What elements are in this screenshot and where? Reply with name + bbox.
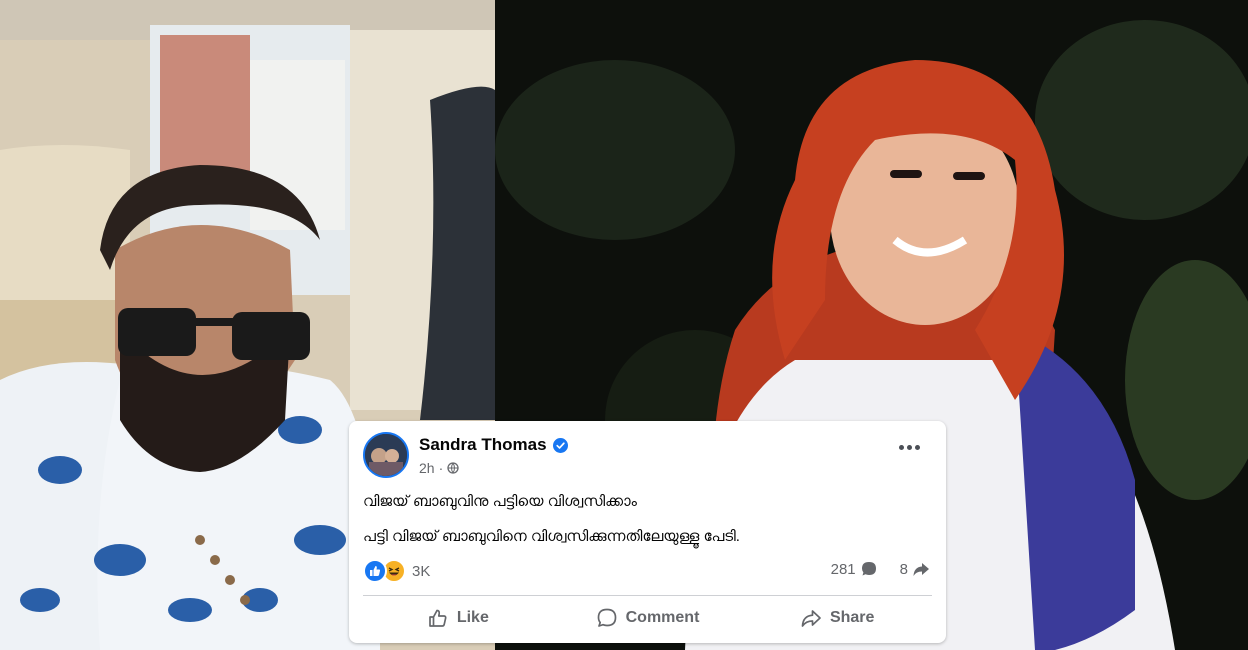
comment-icon xyxy=(596,607,618,629)
share-icon xyxy=(800,607,822,629)
author-row: Sandra Thomas xyxy=(419,435,568,455)
facebook-post-card: Sandra Thomas 2h · വിജയ് ബാബുവിനു പട്ടിയ… xyxy=(349,421,946,643)
post-stats: 281 8 xyxy=(831,560,930,578)
post-text-line: വിജയ് ബാബുവിനു പട്ടിയെ വിശ്വസിക്കാം xyxy=(363,493,637,510)
post-text-line: പട്ടി വിജയ് ബാബുവിനെ വിശ്വസിക്കുന്നതിലേയ… xyxy=(363,528,740,545)
like-button-label: Like xyxy=(456,609,489,626)
share-button-label: Share xyxy=(829,609,875,626)
like-button[interactable]: Like xyxy=(363,599,553,637)
post-actions: Like Comment Share xyxy=(363,599,932,637)
actions-divider xyxy=(363,595,932,596)
verified-badge-icon xyxy=(552,437,568,453)
globe-icon xyxy=(447,462,459,474)
share-count[interactable]: 8 xyxy=(900,561,908,578)
share-button[interactable]: Share xyxy=(742,599,932,637)
like-icon xyxy=(363,559,387,583)
thumbs-up-icon xyxy=(427,607,449,629)
comment-count[interactable]: 281 xyxy=(831,561,856,578)
reactions-summary[interactable]: 3K xyxy=(363,559,430,583)
comment-button-label: Comment xyxy=(625,609,700,626)
post-timestamp[interactable]: 2h xyxy=(419,460,435,476)
more-options-icon[interactable] xyxy=(899,445,920,450)
comment-button[interactable]: Comment xyxy=(553,599,743,637)
share-arrow-icon xyxy=(912,560,930,578)
comment-bubble-icon xyxy=(860,560,878,578)
author-avatar[interactable] xyxy=(363,432,409,478)
author-name[interactable]: Sandra Thomas xyxy=(419,435,547,455)
meta-separator: · xyxy=(438,460,444,476)
post-meta: 2h · xyxy=(419,460,459,476)
reaction-count: 3K xyxy=(412,562,431,580)
